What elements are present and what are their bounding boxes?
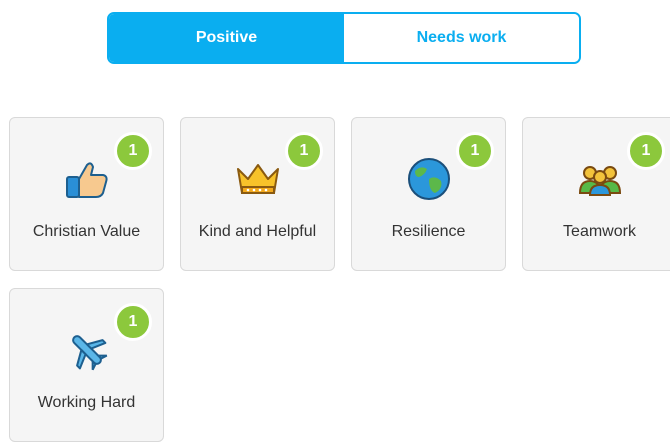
count-badge: 1	[627, 132, 665, 170]
skill-card-resilience[interactable]: 1 Resilience	[351, 117, 506, 271]
feedback-type-toggle: Positive Needs work	[107, 12, 581, 64]
skill-card-teamwork[interactable]: 1 Teamwork	[522, 117, 670, 271]
team-icon	[578, 166, 621, 196]
skill-label: Teamwork	[563, 222, 636, 240]
skill-card-kind-and-helpful[interactable]: 1 Kind and Helpful	[180, 117, 335, 271]
tab-positive[interactable]: Positive	[109, 14, 344, 62]
tab-needs-work[interactable]: Needs work	[344, 14, 579, 62]
skill-label: Christian Value	[32, 222, 141, 240]
globe-icon	[407, 158, 450, 200]
crown-icon	[236, 164, 279, 194]
skill-label: Resilience	[391, 222, 466, 240]
skill-card-christian-value[interactable]: 1 Christian Value	[9, 117, 164, 271]
skill-label: Working Hard	[37, 393, 136, 411]
count-badge: 1	[285, 132, 323, 170]
count-badge: 1	[114, 132, 152, 170]
skill-card-working-hard[interactable]: 1 Working Hard	[9, 288, 164, 442]
airplane-icon	[71, 335, 107, 371]
thumbs-up-icon	[65, 162, 108, 198]
count-badge: 1	[114, 303, 152, 341]
count-badge: 1	[456, 132, 494, 170]
skill-label: Kind and Helpful	[198, 222, 317, 240]
